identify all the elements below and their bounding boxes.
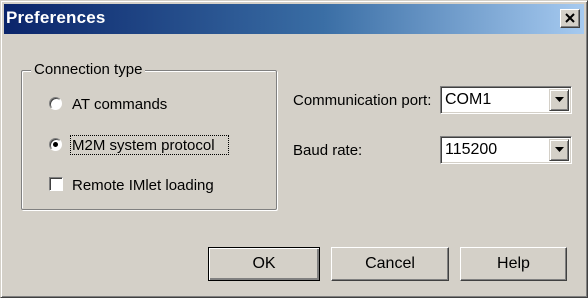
preferences-dialog: Preferences Connection type AT commands … (0, 0, 588, 298)
title-bar[interactable]: Preferences (4, 4, 584, 34)
dropdown-button[interactable] (549, 89, 569, 111)
help-button[interactable]: Help (460, 247, 567, 281)
close-button[interactable] (560, 9, 580, 28)
radio-button[interactable] (49, 138, 62, 151)
communication-port-value: COM1 (445, 91, 492, 108)
checkbox[interactable] (49, 177, 63, 191)
close-icon (565, 13, 575, 23)
baud-rate-select[interactable]: 115200 (440, 136, 572, 164)
dropdown-button[interactable] (549, 139, 569, 161)
ok-button[interactable]: OK (208, 247, 320, 281)
chevron-down-icon (555, 147, 564, 152)
communication-port-select[interactable]: COM1 (440, 86, 572, 114)
radio-button[interactable] (49, 97, 62, 110)
radio-selected-dot (53, 142, 58, 147)
radio-label: M2M system protocol (72, 137, 215, 154)
communication-port-label: Communication port: (293, 92, 432, 109)
checkbox-label: Remote IMlet loading (72, 177, 214, 194)
cancel-button[interactable]: Cancel (331, 247, 449, 281)
baud-rate-label: Baud rate: (293, 142, 363, 159)
radio-label: AT commands (72, 96, 168, 113)
window-title: Preferences (6, 8, 106, 27)
connection-type-legend: Connection type (31, 61, 146, 78)
chevron-down-icon (555, 97, 564, 102)
baud-rate-value: 115200 (445, 141, 498, 158)
